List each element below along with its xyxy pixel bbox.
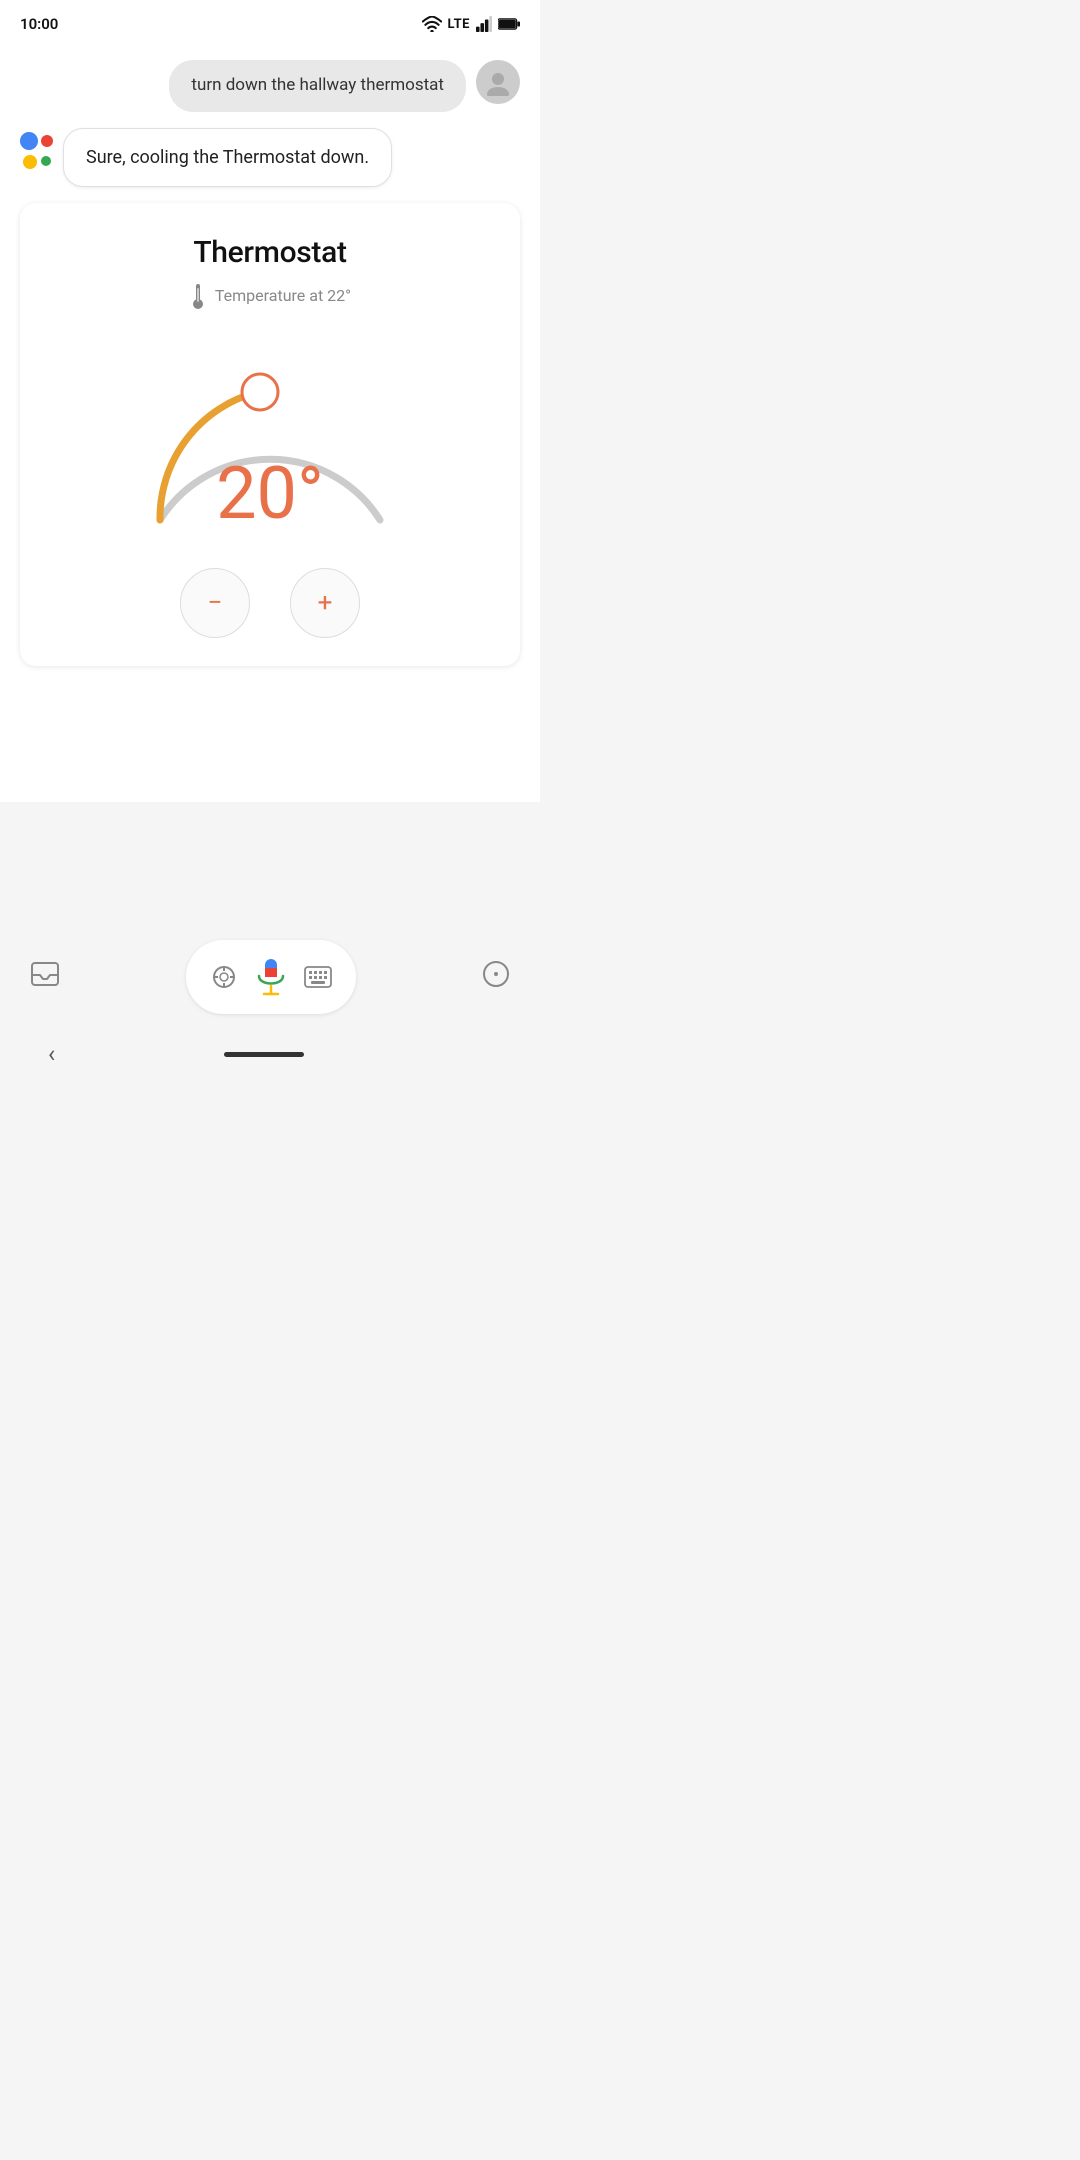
lte-label: LTE bbox=[448, 17, 470, 32]
temp-display: 20° bbox=[216, 458, 324, 530]
plus-icon: + bbox=[318, 590, 333, 616]
google-dots bbox=[20, 132, 53, 169]
compass-button[interactable] bbox=[476, 954, 516, 1000]
temperature-label-row: Temperature at 22° bbox=[189, 282, 351, 310]
back-button[interactable]: ‹ bbox=[40, 1032, 63, 1076]
status-icons: LTE bbox=[422, 16, 520, 32]
thermostat-card: Thermostat Temperature at 22° 20° bbox=[20, 203, 520, 666]
signal-icon bbox=[476, 16, 492, 32]
microphone-button[interactable] bbox=[246, 952, 296, 1002]
keyboard-button[interactable] bbox=[296, 955, 340, 999]
full-toolbar-area bbox=[0, 926, 540, 1024]
dot-green bbox=[41, 156, 51, 166]
lens-button[interactable] bbox=[202, 955, 246, 999]
controls-row: − + bbox=[180, 568, 360, 638]
thermostat-title: Thermostat bbox=[193, 235, 346, 270]
user-avatar bbox=[476, 60, 520, 104]
wifi-icon bbox=[422, 16, 442, 32]
dial-container: 20° bbox=[110, 330, 430, 540]
user-message-row: turn down the hallway thermostat bbox=[20, 60, 520, 112]
dot-blue bbox=[20, 132, 38, 150]
battery-icon bbox=[498, 17, 520, 31]
thermometer-icon bbox=[189, 282, 207, 310]
user-message-text: turn down the hallway thermostat bbox=[191, 75, 444, 95]
temperature-label-text: Temperature at 22° bbox=[215, 286, 351, 305]
toolbar-inner bbox=[186, 940, 356, 1014]
dot-yellow bbox=[23, 155, 37, 169]
status-bar: 10:00 LTE bbox=[0, 0, 540, 44]
increment-button[interactable]: + bbox=[290, 568, 360, 638]
status-time: 10:00 bbox=[20, 15, 58, 33]
home-indicator[interactable] bbox=[224, 1052, 304, 1057]
dot-red bbox=[41, 135, 53, 147]
minus-icon: − bbox=[208, 590, 223, 616]
inbox-button[interactable] bbox=[24, 955, 66, 999]
decrement-button[interactable]: − bbox=[180, 568, 250, 638]
assistant-row: Sure, cooling the Thermostat down. bbox=[20, 128, 520, 187]
chat-area: turn down the hallway thermostat Sure, c… bbox=[0, 44, 540, 802]
assistant-text: Sure, cooling the Thermostat down. bbox=[86, 147, 369, 168]
bottom-nav: ‹ bbox=[0, 1024, 540, 1080]
assistant-bubble: Sure, cooling the Thermostat down. bbox=[63, 128, 392, 187]
user-bubble: turn down the hallway thermostat bbox=[169, 60, 466, 112]
